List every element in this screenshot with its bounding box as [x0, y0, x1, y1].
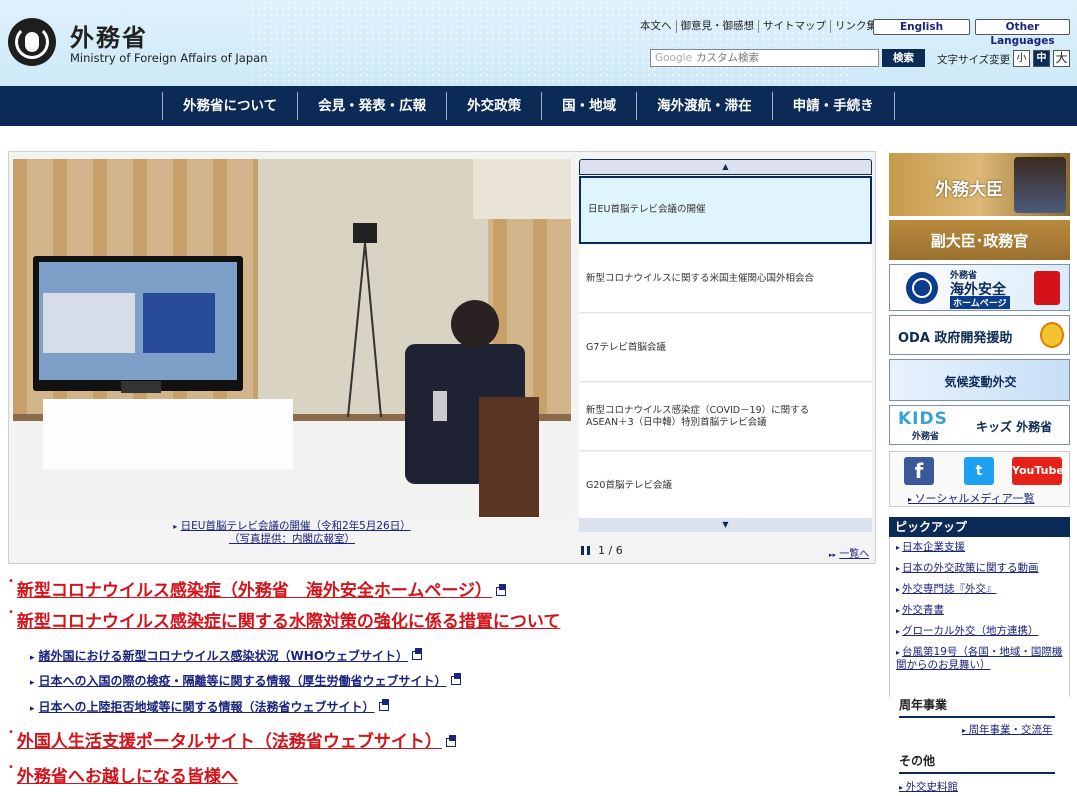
mofa-logo-icon	[906, 272, 938, 304]
font-size-label: 文字サイズ変更	[937, 54, 1011, 66]
util-link-feedback[interactable]: 御意見・御感想	[677, 20, 759, 33]
mofa-logo-icon[interactable]	[8, 18, 56, 66]
search-button[interactable]: 検索	[882, 49, 925, 67]
youtube-icon[interactable]: YouTube	[1012, 457, 1064, 485]
external-link-icon	[412, 648, 423, 660]
slide-up-button[interactable]: ▲	[579, 159, 872, 175]
google-label: Google	[655, 52, 693, 64]
slide-list: ▲ 日EU首脳テレビ会議の開催 新型コロナウイルスに関する米国主催関心国外相会合…	[579, 159, 872, 532]
other-languages-button[interactable]: Other Languages	[975, 19, 1070, 47]
nav-applications[interactable]: 申請・手続き	[773, 92, 895, 120]
pickup-item[interactable]: ▸ 外交専門誌『外交』	[896, 583, 1063, 596]
slide-item[interactable]: G20首脳テレビ会議	[579, 452, 872, 520]
pickup-list: ▸ 日本企業支援 ▸ 日本の外交政策に関する動画 ▸ 外交専門誌『外交』 ▸ 外交青書 …	[889, 537, 1070, 697]
kids-banner[interactable]: KIDS 外務省 キッズ 外務省	[889, 405, 1070, 445]
social-media-box: f t YouTube ▸ ソーシャルメディア一覧	[889, 451, 1070, 507]
vice-minister-banner[interactable]: 副大臣･政務官	[889, 220, 1070, 260]
pickup-header: ピックアップ	[889, 517, 1070, 537]
nav-countries[interactable]: 国・地域	[542, 92, 638, 120]
search-input[interactable]: Google カスタム検索	[650, 49, 879, 67]
passport-mascot-icon	[1034, 271, 1060, 305]
oda-mascot-icon	[1040, 322, 1064, 348]
other-section-title: その他	[899, 752, 1055, 774]
twitter-icon[interactable]: t	[964, 457, 994, 485]
photo-caption[interactable]: ▸ 日EU首脳テレビ会議の開催（令和2年5月26日） （写真提供：内閣広報室）	[13, 520, 571, 546]
slide-item[interactable]: 新型コロナウイルスに関する米国主催関心国外相会合	[579, 245, 872, 313]
caption-line2: （写真提供：内閣広報室）	[229, 533, 355, 545]
anniversary-section-title: 周年事業	[899, 696, 1055, 718]
site-title-en[interactable]: Ministry of Foreign Affairs of Japan	[70, 51, 267, 65]
pickup-item[interactable]: ▸ 台風第19号（各国・地域・国際機関からのお見舞い）	[896, 646, 1063, 672]
external-link-icon	[450, 673, 461, 685]
news-link-big[interactable]: • 新型コロナウイルス感染症（外務省 海外安全ホームページ）	[8, 576, 878, 601]
news-link-big[interactable]: • 外国人生活支援ポータルサイト（法務省ウェブサイト）	[8, 727, 878, 752]
slide-down-button[interactable]: ▼	[579, 518, 872, 532]
pickup-item[interactable]: ▸ 日本企業支援	[896, 541, 1063, 554]
news-link-big[interactable]: • 外務省へお越しになる皆様へ	[8, 762, 878, 787]
font-size-medium-button[interactable]: 中	[1033, 50, 1050, 67]
slide-item[interactable]: 新型コロナウイルス感染症（COVID－19）に関する ASEAN＋3（日中韓）特…	[579, 383, 872, 451]
anniversary-link[interactable]: ▸ 周年事業・交流年	[962, 722, 1053, 737]
slide-counter: 1 / 6	[598, 544, 623, 557]
external-link-icon	[378, 699, 389, 711]
news-link-big[interactable]: • 新型コロナウイルス感染症に関する水際対策の強化に係る措置について	[8, 607, 878, 632]
caption-line1[interactable]: ▸ 日EU首脳テレビ会議の開催（令和2年5月26日）	[13, 520, 571, 533]
nav-about[interactable]: 外務省について	[163, 92, 299, 120]
nav-policy[interactable]: 外交政策	[447, 92, 543, 120]
facebook-icon[interactable]: f	[904, 457, 934, 485]
slide-item[interactable]: 日EU首脳テレビ会議の開催	[579, 176, 872, 244]
site-title-ja[interactable]: 外務省	[70, 18, 148, 53]
nav-travel[interactable]: 海外渡航・滞在	[637, 92, 773, 120]
pickup-item[interactable]: ▸ 日本の外交政策に関する動画	[896, 562, 1063, 575]
social-media-list-link[interactable]: ▸ ソーシャルメディア一覧	[908, 490, 1035, 506]
pickup-item[interactable]: ▸ 外交青書	[896, 604, 1063, 617]
pause-icon[interactable]	[581, 546, 590, 555]
slide-item[interactable]: G7テレビ首脳会議	[579, 314, 872, 382]
font-size-small-button[interactable]: 小	[1013, 50, 1030, 67]
site-header: 外務省 Ministry of Foreign Affairs of Japan…	[0, 0, 1077, 86]
pickup-item[interactable]: ▸ グローカル外交（地方連携）	[896, 625, 1063, 638]
kids-logo: KIDS	[898, 409, 948, 429]
archives-link[interactable]: ▸ 外交史料館	[899, 779, 958, 794]
util-link-sitemap[interactable]: サイトマップ	[759, 20, 831, 33]
english-button[interactable]: English	[873, 19, 970, 35]
font-size-large-button[interactable]: 大	[1053, 50, 1070, 67]
util-link-main[interactable]: 本文へ	[636, 20, 677, 33]
oda-banner[interactable]: ODA 政府開発援助	[889, 315, 1070, 355]
global-nav: 外務省について 会見・発表・広報 外交政策 国・地域 海外渡航・滞在 申請・手続…	[0, 86, 1077, 126]
nav-press[interactable]: 会見・発表・広報	[298, 92, 448, 120]
climate-banner[interactable]: 気候変動外交	[889, 359, 1070, 401]
utility-links: 本文へ 御意見・御感想 サイトマップ リンク集	[636, 20, 881, 33]
world-map-pattern	[250, 0, 850, 86]
news-link-sub[interactable]: ▸ 諸外国における新型コロナウイルス感染状況（WHOウェブサイト）	[30, 645, 900, 664]
slide-pager: 1 / 6	[581, 544, 623, 557]
news-link-sub[interactable]: ▸ 日本への上陸拒否地域等に関する情報（法務省ウェブサイト）	[30, 696, 900, 715]
news-link-sub[interactable]: ▸ 日本への入国の際の検疫・隔離等に関する情報（厚生労働省ウェブサイト）	[30, 670, 900, 689]
external-link-icon	[496, 584, 507, 596]
feature-slideshow: ▸ 日EU首脳テレビ会議の開催（令和2年5月26日） （写真提供：内閣広報室） …	[8, 151, 876, 564]
feature-photo[interactable]	[13, 159, 571, 517]
search-placeholder: カスタム検索	[696, 52, 760, 64]
minister-banner[interactable]: 外務大臣	[889, 153, 1070, 216]
slide-list-link[interactable]: ▸▸ 一覧へ	[829, 545, 869, 560]
minister-photo	[1014, 157, 1066, 213]
external-link-icon	[445, 735, 456, 747]
overseas-safety-banner[interactable]: 外務省 海外安全 ホームページ	[889, 264, 1070, 311]
